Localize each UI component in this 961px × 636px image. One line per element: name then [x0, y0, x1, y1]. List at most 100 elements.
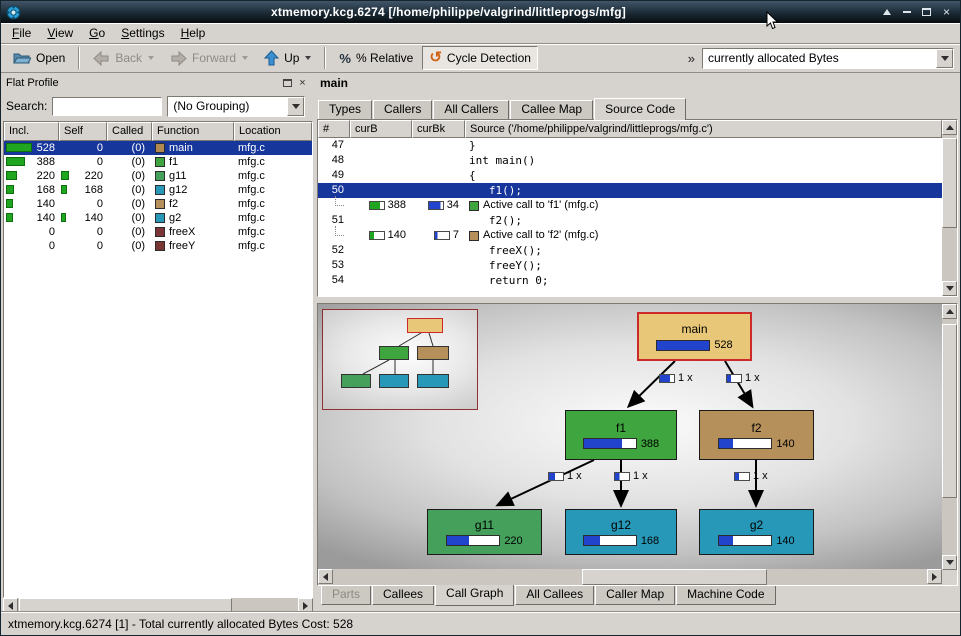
relative-button[interactable]: % % Relative	[332, 46, 420, 70]
menu-help[interactable]: Help	[173, 24, 214, 42]
flat-profile-row-freeY[interactable]: 00(0)freeYmfg.c	[4, 239, 312, 253]
grouping-dropdown-button[interactable]	[287, 97, 304, 116]
source-line-row-49[interactable]: 49{	[318, 168, 942, 183]
scrollbar-track[interactable]	[333, 569, 927, 585]
source-column-header-source-home-philippe-valgrind-littleprogs-mfg-c-[interactable]: Source ('/home/philippe/valgrind/littlep…	[465, 120, 942, 138]
source-line-row-51[interactable]: 51 f2();	[318, 213, 942, 228]
tab-callers[interactable]: Callers	[373, 100, 432, 119]
graph-hscrollbar[interactable]	[318, 569, 942, 585]
titlebar[interactable]: xtmemory.kcg.6274 [/home/philippe/valgri…	[1, 1, 960, 23]
source-vscrollbar[interactable]	[942, 120, 957, 296]
edge-label-f2-g2[interactable]: 1 x	[734, 470, 768, 482]
shade-button[interactable]	[878, 4, 895, 20]
edge-label-main-f2[interactable]: 1 x	[726, 372, 760, 384]
open-button[interactable]: Open	[6, 46, 72, 70]
scroll-down-button[interactable]	[942, 281, 957, 296]
scroll-left-button[interactable]	[318, 569, 333, 584]
forward-dropdown-icon[interactable]	[242, 56, 248, 60]
tab-types[interactable]: Types	[318, 100, 372, 119]
node-label: g12	[611, 518, 631, 532]
graph-node-g2[interactable]: g2140	[699, 509, 814, 555]
edge-label-f1-g12[interactable]: 1 x	[614, 470, 648, 482]
flat-profile-row-f2[interactable]: 1400(0)f2mfg.c	[4, 197, 312, 211]
source-line-row-52[interactable]: 52 freeX();	[318, 243, 942, 258]
callee-color-icon	[469, 231, 479, 241]
scroll-up-button[interactable]	[942, 304, 957, 319]
menu-file[interactable]: File	[4, 24, 39, 42]
close-button[interactable]: ×	[938, 4, 955, 20]
scrollbar-track[interactable]	[942, 135, 957, 281]
graph-node-f2[interactable]: f2140	[699, 410, 814, 460]
graph-node-f1[interactable]: f1388	[565, 410, 677, 460]
source-line-row-48[interactable]: 48int main()	[318, 153, 942, 168]
tab-caller-map[interactable]: Caller Map	[595, 586, 675, 605]
source-line-row-50[interactable]: 50 f1();	[318, 183, 942, 198]
tab-all-callers[interactable]: All Callers	[433, 100, 509, 119]
scroll-up-button[interactable]	[942, 120, 957, 135]
column-header-called[interactable]: Called	[107, 122, 152, 141]
source-call-row[interactable]: 1407Active call to 'f2' (mfg.c)	[318, 228, 942, 243]
up-dropdown-icon[interactable]	[305, 56, 311, 60]
column-header-location[interactable]: Location	[234, 122, 312, 141]
column-header-self[interactable]: Self	[59, 122, 107, 141]
edge-label-f1-g11[interactable]: 1 x	[548, 470, 582, 482]
menu-settings[interactable]: Settings	[113, 24, 172, 42]
node-cost-value: 140	[776, 438, 794, 450]
grouping-select[interactable]: (No Grouping)	[167, 96, 305, 117]
flat-profile-row-g12[interactable]: 168168(0)g12mfg.c	[4, 183, 312, 197]
source-column-header-curbk[interactable]: curBk	[412, 120, 465, 138]
source-column-header-curb[interactable]: curB	[350, 120, 412, 138]
event-type-select[interactable]: currently allocated Bytes	[702, 48, 954, 69]
scroll-right-button[interactable]	[298, 598, 313, 613]
menu-go[interactable]: Go	[81, 24, 113, 42]
scroll-right-button[interactable]	[927, 569, 942, 584]
tab-call-graph[interactable]: Call Graph	[435, 585, 514, 606]
graph-overview-map[interactable]	[322, 309, 478, 410]
search-input[interactable]	[52, 97, 162, 116]
source-column-header--[interactable]: #	[318, 120, 350, 138]
graph-vscrollbar[interactable]	[942, 304, 957, 570]
source-call-row[interactable]: 38834Active call to 'f1' (mfg.c)	[318, 198, 942, 213]
dock-float-button[interactable]	[280, 76, 295, 90]
flat-profile-row-f1[interactable]: 3880(0)f1mfg.c	[4, 155, 312, 169]
menu-view[interactable]: View	[39, 24, 81, 42]
back-button[interactable]: Back	[86, 46, 161, 70]
source-line-row-53[interactable]: 53 freeY();	[318, 258, 942, 273]
graph-node-main[interactable]: main528	[637, 312, 752, 361]
scrollbar-thumb[interactable]	[582, 569, 766, 585]
scrollbar-thumb[interactable]	[942, 138, 957, 229]
tab-callees[interactable]: Callees	[372, 586, 434, 605]
graph-node-g12[interactable]: g12168	[565, 509, 677, 555]
scrollbar-track[interactable]	[942, 319, 957, 555]
flat-profile-row-main[interactable]: 5280(0)mainmfg.c	[4, 141, 312, 155]
tab-source-code[interactable]: Source Code	[594, 98, 686, 120]
tab-callee-map[interactable]: Callee Map	[510, 100, 593, 119]
back-dropdown-icon[interactable]	[148, 56, 154, 60]
flat-profile-row-freeX[interactable]: 00(0)freeXmfg.c	[4, 225, 312, 239]
tab-machine-code[interactable]: Machine Code	[676, 586, 775, 605]
flat-profile-row-g2[interactable]: 140140(0)g2mfg.c	[4, 211, 312, 225]
minimize-button[interactable]	[898, 4, 915, 20]
function-cell: f1	[152, 155, 234, 169]
source-line-row-54[interactable]: 54 return 0;	[318, 273, 942, 288]
scroll-down-button[interactable]	[942, 555, 957, 570]
column-header-function[interactable]: Function	[152, 122, 234, 141]
up-button[interactable]: Up	[257, 46, 318, 70]
call-count: 1 x	[678, 372, 693, 384]
graph-node-g11[interactable]: g11220	[427, 509, 542, 555]
toolbar-overflow-chevron[interactable]: »	[683, 51, 700, 66]
forward-button[interactable]: Forward	[163, 46, 255, 70]
dock-close-button[interactable]: ×	[295, 76, 310, 90]
tab-all-callees[interactable]: All Callees	[515, 586, 594, 605]
column-header-incl-[interactable]: Incl.	[4, 122, 59, 141]
edge-label-main-f1[interactable]: 1 x	[659, 372, 693, 384]
cycle-detection-button[interactable]: ↺ Cycle Detection	[422, 46, 538, 70]
flat-profile-row-g11[interactable]: 220220(0)g11mfg.c	[4, 169, 312, 183]
scroll-left-button[interactable]	[3, 598, 18, 613]
maximize-button[interactable]	[918, 4, 935, 20]
node-cost-row: 388	[583, 438, 659, 450]
source-line-row-47[interactable]: 47}	[318, 138, 942, 153]
call-graph-canvas[interactable]: main528 f1388 f2140 g11220 g12168 g2140 1 x 1 x…	[318, 304, 942, 570]
scrollbar-thumb[interactable]	[942, 324, 957, 499]
event-type-dropdown-button[interactable]	[936, 49, 953, 68]
